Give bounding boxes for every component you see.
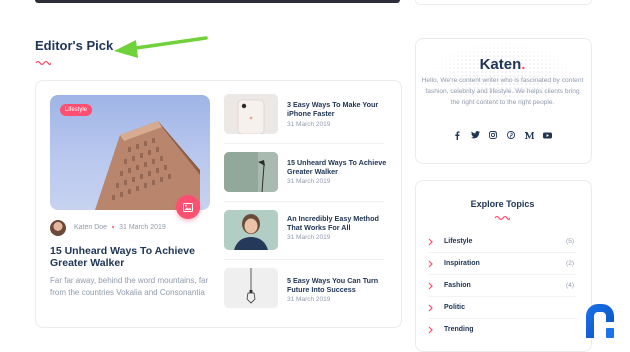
post-title[interactable]: 15 Unheard Ways To Achieve Greater Walke… xyxy=(287,158,387,176)
post-thumbnail[interactable] xyxy=(224,268,278,308)
post-divider xyxy=(224,259,384,260)
topic-item[interactable]: Lifestyle (5) xyxy=(428,237,576,249)
explore-topics-title: Explore Topics xyxy=(470,199,535,209)
post-title[interactable]: An Incredibly Easy Method That Works For… xyxy=(287,214,387,232)
post-date: 31 March 2019 xyxy=(287,121,331,128)
facebook-icon[interactable] xyxy=(452,130,462,140)
about-text: Hello, We're content writer who is fasci… xyxy=(421,77,584,106)
post-thumbnail[interactable] xyxy=(224,152,278,192)
topic-divider xyxy=(428,318,576,319)
topic-count: (5) xyxy=(566,238,574,245)
medium-icon[interactable] xyxy=(524,130,534,140)
post-title[interactable]: 5 Easy Ways You Can Turn Future Into Suc… xyxy=(287,276,387,294)
post-divider xyxy=(224,201,384,202)
author-name[interactable]: Katen Doe xyxy=(74,224,107,231)
chevron-right-icon xyxy=(428,326,433,334)
previous-section-edge xyxy=(35,0,400,3)
topic-item[interactable]: Trending xyxy=(428,325,576,337)
lightbulb-image xyxy=(224,268,278,308)
topic-count: (2) xyxy=(566,260,574,267)
logo-dot: . xyxy=(521,56,526,73)
topic-name: Politic xyxy=(444,304,466,311)
social-icons xyxy=(452,130,552,140)
topic-item[interactable]: Fashion (4) xyxy=(428,281,576,293)
instagram-icon[interactable] xyxy=(488,130,498,140)
post-date: 31 March 2019 xyxy=(119,224,166,231)
logo-text: Katen xyxy=(479,56,522,73)
site-logo[interactable]: Katen. xyxy=(415,56,590,73)
section-title: Editor's Pick xyxy=(35,38,114,53)
title-squiggle-decoration xyxy=(35,60,51,66)
author-avatar[interactable] xyxy=(50,220,66,236)
annotation-arrow xyxy=(114,36,208,58)
topic-name: Inspiration xyxy=(444,260,480,267)
meta-separator-dot xyxy=(112,226,115,229)
post-date: 31 March 2019 xyxy=(287,234,331,241)
topic-item[interactable]: Politic xyxy=(428,303,576,315)
twitter-icon[interactable] xyxy=(470,130,480,140)
lamp-image xyxy=(224,152,278,192)
category-badge[interactable]: Lifestyle xyxy=(60,104,93,116)
post-thumbnail[interactable] xyxy=(224,94,278,134)
featured-post-title[interactable]: 15 Unheard Ways To Achieve Greater Walke… xyxy=(50,245,215,269)
post-thumbnail[interactable] xyxy=(224,210,278,250)
topic-count: (4) xyxy=(566,282,574,289)
topic-name: Trending xyxy=(444,326,474,333)
post-divider xyxy=(224,143,384,144)
sidebar-previous-card-edge xyxy=(415,0,592,5)
image-format-button[interactable] xyxy=(176,195,200,219)
topic-name: Fashion xyxy=(444,282,471,289)
image-icon xyxy=(183,202,193,212)
topic-name: Lifestyle xyxy=(444,238,473,245)
pinterest-icon[interactable] xyxy=(506,130,516,140)
chevron-right-icon xyxy=(428,238,433,246)
chevron-right-icon xyxy=(428,304,433,312)
topic-divider xyxy=(428,296,576,297)
topic-item[interactable]: Inspiration (2) xyxy=(428,259,576,271)
chevron-right-icon xyxy=(428,260,433,268)
youtube-icon[interactable] xyxy=(542,130,552,140)
topic-divider xyxy=(428,274,576,275)
chevron-right-icon xyxy=(428,282,433,290)
topic-divider xyxy=(428,252,576,253)
iphone-image xyxy=(224,94,278,134)
topics-squiggle-decoration xyxy=(494,215,510,221)
person-image xyxy=(224,210,278,250)
post-title[interactable]: 3 Easy Ways To Make Your iPhone Faster xyxy=(287,100,387,118)
featured-post-meta: Katen Doe 31 March 2019 xyxy=(74,224,166,231)
corner-brand-logo[interactable] xyxy=(580,300,620,340)
post-date: 31 March 2019 xyxy=(287,178,331,185)
post-date: 31 March 2019 xyxy=(287,296,331,303)
featured-post-excerpt: Far far away, behind the word mountains,… xyxy=(50,276,209,297)
